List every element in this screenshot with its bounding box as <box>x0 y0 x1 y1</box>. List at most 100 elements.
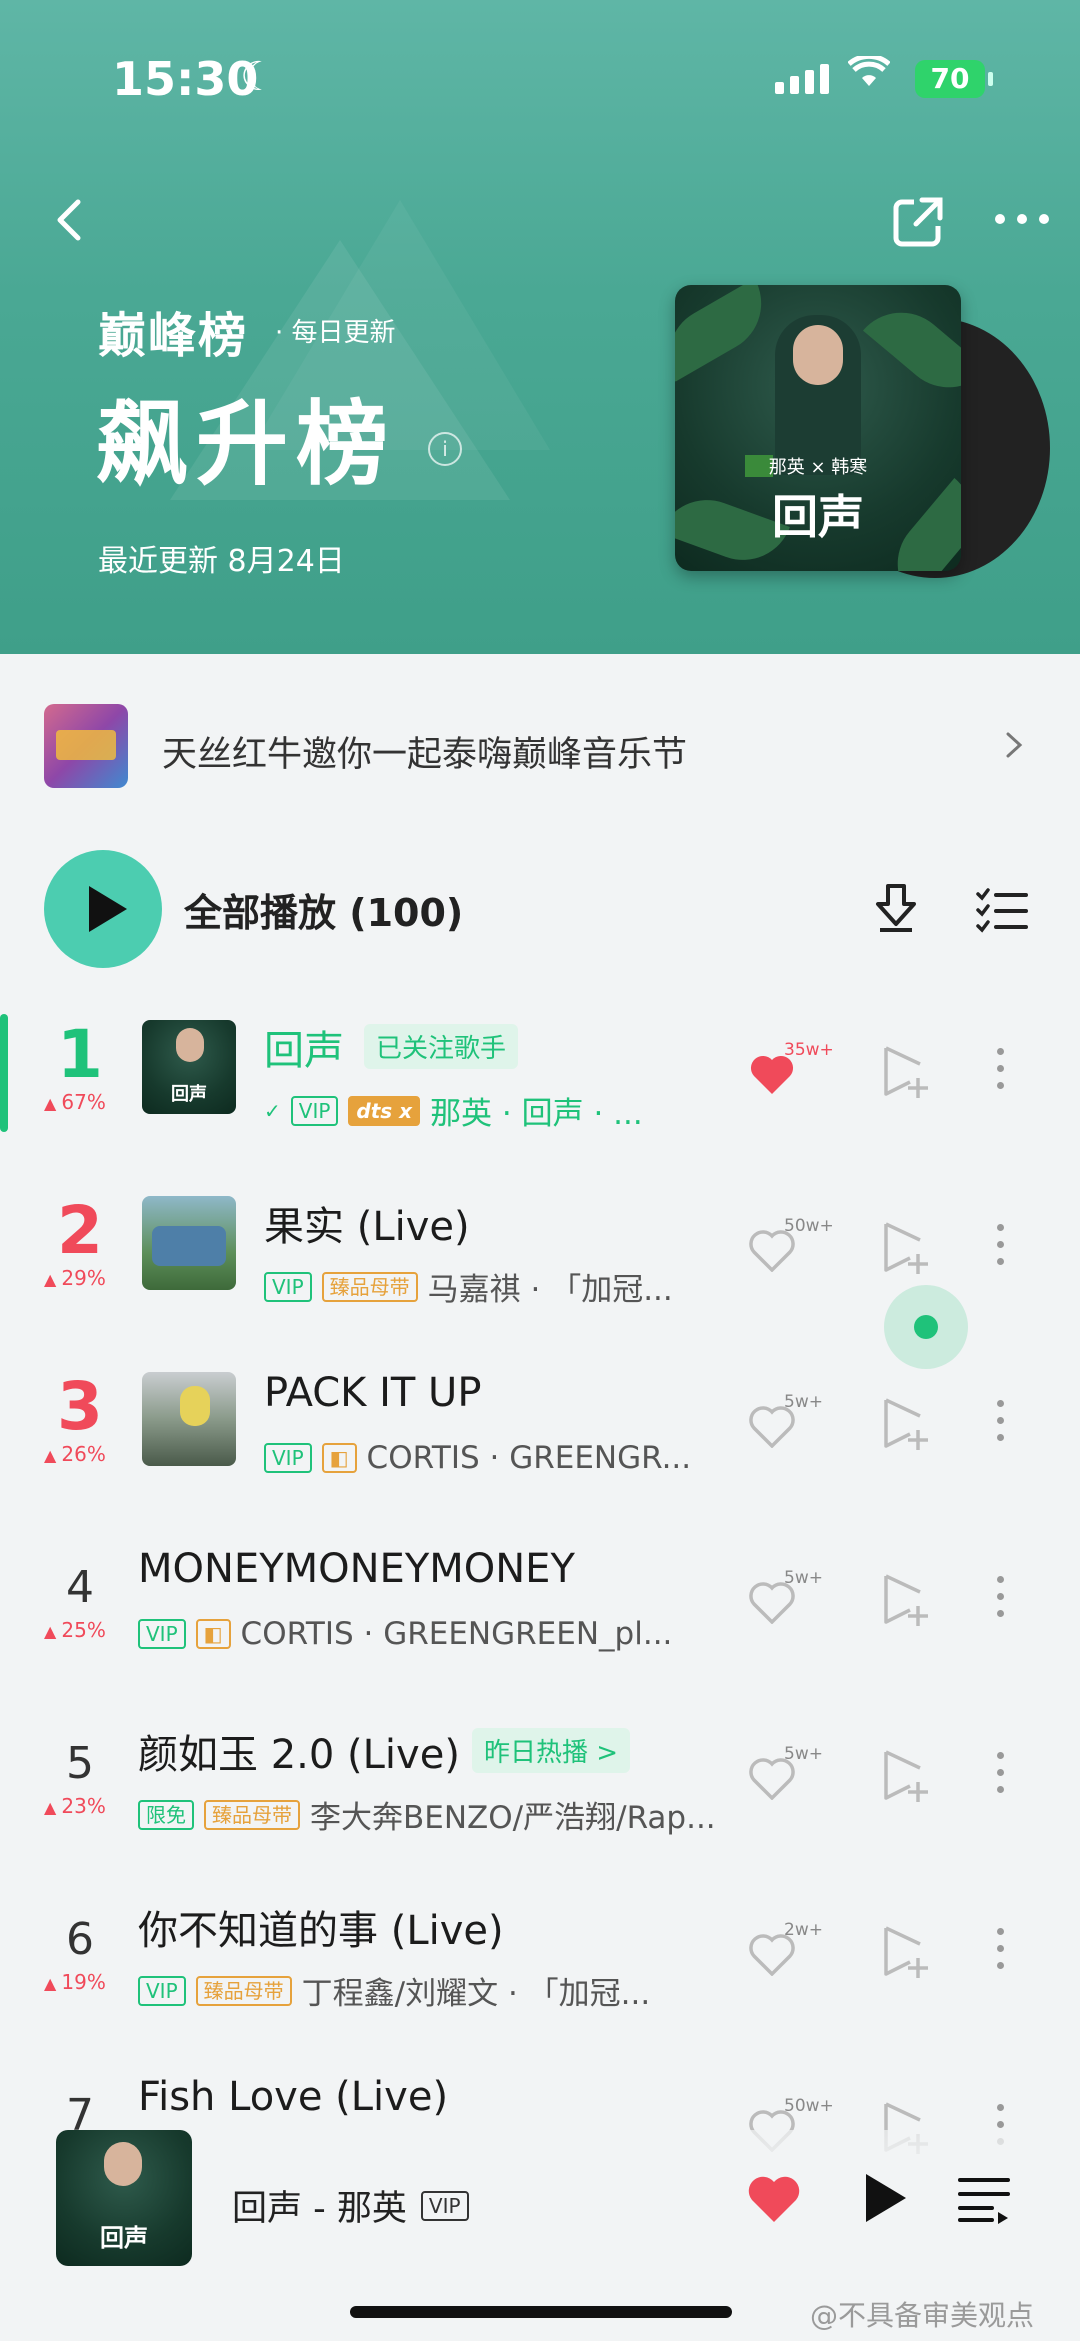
share-button[interactable] <box>888 192 948 252</box>
info-icon[interactable]: i <box>428 432 462 466</box>
add-to-playlist-icon[interactable] <box>880 1396 930 1452</box>
vip-tag: VIP <box>138 1619 186 1649</box>
vip-tag: VIP <box>420 2190 469 2221</box>
song-row[interactable]: 4 25% MONEYMONEYMONEY VIP ◧ CORTIS · GRE… <box>0 1532 1080 1708</box>
followed-artist-pill: 已关注歌手 <box>364 1024 519 1069</box>
song-title: 颜如玉 2.0 (Live) <box>138 1732 460 1778</box>
locate-current-song-button[interactable] <box>884 1285 968 1369</box>
song-title: 果实 (Live) <box>264 1204 470 1250</box>
song-title: 回声 <box>264 1028 344 1074</box>
download-icon[interactable] <box>868 880 924 936</box>
row-more-button[interactable] <box>990 1042 1010 1102</box>
rank-number: 1 <box>57 1016 103 1093</box>
row-more-button[interactable] <box>990 1218 1010 1278</box>
play-all-button[interactable] <box>44 850 162 968</box>
vip-tag: VIP <box>290 1095 339 1126</box>
yesterday-hot-pill[interactable]: 昨日热播 > <box>472 1728 631 1773</box>
add-to-playlist-icon[interactable] <box>880 1220 930 1276</box>
chart-header: 15:30 ☾ 70 巅峰榜 · 每日更新 飙升榜 i 最近更新 8月24日 那… <box>0 0 1080 654</box>
song-meta: 限免 臻品母带 李大奔BENZO/严浩翔/Rap... <box>138 1792 728 1837</box>
song-artist: 丁程鑫/刘耀文 · 「加冠... <box>301 1976 651 2012</box>
song-row[interactable]: 3 26% PACK IT UP VIP ◧ CORTIS · GREENGR.… <box>0 1356 1080 1532</box>
add-to-playlist-icon[interactable] <box>880 1572 930 1628</box>
promo-banner[interactable]: 天丝红牛邀你一起泰嗨巅峰音乐节 <box>0 694 1080 794</box>
song-artist: CORTIS · GREENGR... <box>366 1440 692 1476</box>
rank-number: 6 <box>66 1914 94 1965</box>
album-cover[interactable]: 那英 × 韩寒 回声 <box>675 285 961 571</box>
more-dots-icon <box>995 214 1049 224</box>
daily-update-label: · 每日更新 <box>275 318 396 348</box>
trend-percent: 29% <box>44 1266 105 1290</box>
cover-artists: 那英 × 韩寒 <box>768 457 868 478</box>
vip-tag: VIP <box>264 1443 312 1473</box>
master-tag: 臻品母带 <box>204 1799 300 1830</box>
dolby-tag: ◧ <box>321 1443 357 1473</box>
row-more-button[interactable] <box>990 1394 1010 1454</box>
like-count: 50w+ <box>784 1216 834 1236</box>
trend-percent: 26% <box>44 1442 105 1466</box>
like-heart-icon[interactable] <box>745 2172 803 2226</box>
mini-cover-title: 回声 <box>100 2224 148 2252</box>
like-count: 50w+ <box>784 2096 834 2116</box>
trend-percent: 19% <box>44 1970 105 1994</box>
song-meta: VIP 臻品母带 马嘉祺 · 「加冠... <box>264 1264 704 1309</box>
rank-number: 5 <box>66 1738 94 1789</box>
playlist-icon[interactable] <box>956 2174 1012 2224</box>
dts-tag: dts x <box>348 1095 421 1126</box>
master-tag: 臻品母带 <box>321 1271 418 1302</box>
play-icon[interactable] <box>860 2170 910 2226</box>
multi-select-icon[interactable] <box>974 886 1028 936</box>
chevron-right-icon <box>1006 732 1023 758</box>
add-to-playlist-icon[interactable] <box>880 1044 930 1100</box>
like-count: 2w+ <box>784 1920 823 1940</box>
song-artist: 马嘉祺 · 「加冠... <box>427 1272 673 1308</box>
song-thumbnail <box>142 1196 236 1290</box>
rank-number: 3 <box>57 1368 103 1445</box>
song-title: 你不知道的事 (Live) <box>138 1908 504 1954</box>
song-meta: VIP 臻品母带 丁程鑫/刘耀文 · 「加冠... <box>138 1968 698 2013</box>
chevron-left-icon <box>57 199 81 241</box>
back-button[interactable] <box>40 190 100 250</box>
song-list-panel: 天丝红牛邀你一起泰嗨巅峰音乐节 全部播放 (100) 1 67% 回声 回声 已… <box>0 654 1080 2341</box>
share-icon <box>893 197 943 247</box>
song-artist: 那英 · 回声 · ... <box>430 1096 643 1132</box>
like-count: 5w+ <box>784 1744 823 1764</box>
song-meta: VIP ◧ CORTIS · GREENGR... <box>264 1440 734 1476</box>
home-indicator[interactable] <box>350 2306 732 2318</box>
play-all-label[interactable]: 全部播放 (100) <box>184 882 463 937</box>
cover-title: 回声 <box>772 490 864 544</box>
more-button[interactable] <box>990 200 1054 250</box>
brand-title: 巅峰榜 <box>98 308 249 364</box>
song-thumbnail: 回声 <box>142 1020 236 1114</box>
song-row[interactable]: 5 23% 颜如玉 2.0 (Live) 昨日热播 > 限免 臻品母带 李大奔B… <box>0 1708 1080 1884</box>
trend-percent: 25% <box>44 1618 105 1642</box>
trend-percent: 67% <box>44 1090 105 1114</box>
song-title: MONEYMONEYMONEY <box>138 1546 575 1592</box>
like-count: 5w+ <box>784 1568 823 1588</box>
dolby-tag: ◧ <box>195 1619 231 1649</box>
moon-icon: ☾ <box>240 54 276 100</box>
row-more-button[interactable] <box>990 1570 1010 1630</box>
row-more-button[interactable] <box>990 1922 1010 1982</box>
add-to-playlist-icon[interactable] <box>880 1748 930 1804</box>
now-playing-title[interactable]: 回声 - 那英 VIP <box>232 2180 469 2231</box>
song-title: PACK IT UP <box>264 1370 482 1416</box>
song-row[interactable]: 6 19% 你不知道的事 (Live) VIP 臻品母带 丁程鑫/刘耀文 · 「… <box>0 1884 1080 2060</box>
add-to-playlist-icon[interactable] <box>880 1924 930 1980</box>
signal-icon <box>775 64 829 94</box>
updated-date: 最近更新 8月24日 <box>98 544 345 579</box>
mini-player-cover[interactable]: 回声 <box>56 2130 192 2266</box>
free-tag: 限免 <box>138 1799 194 1830</box>
song-title: Fish Love (Live) <box>138 2074 449 2120</box>
page-title: 飙升榜 <box>96 391 397 498</box>
rank-number: 4 <box>66 1562 94 1613</box>
row-more-button[interactable] <box>990 1746 1010 1806</box>
like-count: 5w+ <box>784 1392 823 1412</box>
status-bar: 15:30 ☾ 70 <box>0 40 1080 120</box>
vip-tag: VIP <box>138 1975 186 2006</box>
song-meta: ✓ VIP dts x 那英 · 回声 · ... <box>264 1088 714 1133</box>
song-artist: CORTIS · GREENGREEN_pl... <box>240 1616 673 1652</box>
like-count: 35w+ <box>784 1040 834 1060</box>
watermark: @不具备审美观点 <box>810 2299 1035 2332</box>
song-row[interactable]: 1 67% 回声 回声 已关注歌手 ✓ VIP dts x 那英 · 回声 · … <box>0 1004 1080 1180</box>
